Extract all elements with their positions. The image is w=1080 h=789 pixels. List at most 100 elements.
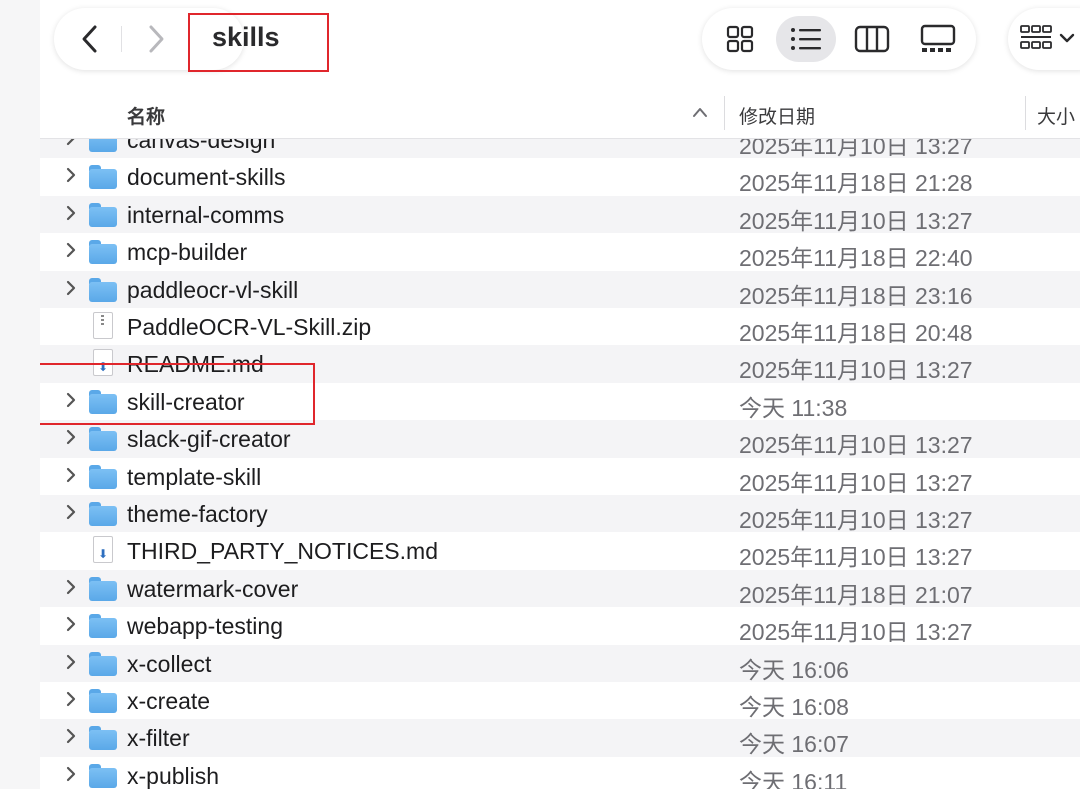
file-name: watermark-cover (127, 575, 299, 602)
disclosure-chevron-icon[interactable] (65, 139, 77, 151)
markdown-file-icon: ⬇ (89, 536, 117, 564)
disclosure-chevron-icon[interactable] (65, 279, 77, 301)
file-name: webapp-testing (127, 613, 283, 640)
folder-icon (89, 202, 117, 227)
folder-icon (89, 651, 117, 676)
disclosure-chevron-icon[interactable] (65, 765, 77, 787)
folder-icon (89, 726, 117, 751)
file-row[interactable]: mcp-builder 2025年11月18日 22:40 (40, 233, 1080, 271)
file-row[interactable]: x-filter 今天 16:07 (40, 719, 1080, 758)
file-name: paddleocr-vl-skill (127, 276, 299, 303)
file-name: x-create (127, 688, 211, 714)
file-row[interactable]: template-skill 2025年11月10日 13:27 (40, 458, 1080, 496)
file-modified-date: 今天 16:08 (739, 694, 849, 720)
file-name: canvas-design (127, 139, 276, 153)
list-view-icon (791, 28, 821, 50)
file-row[interactable]: PaddleOCR-VL-Skill.zip 2025年11月18日 20:48 (40, 308, 1080, 346)
disclosure-chevron-icon[interactable] (65, 428, 77, 450)
forward-button[interactable] (126, 8, 186, 70)
column-view-button[interactable] (842, 16, 902, 62)
file-name: x-filter (127, 725, 190, 752)
file-name: internal-comms (127, 201, 285, 228)
gallery-view-icon (920, 24, 956, 52)
file-modified-date: 2025年11月18日 20:48 (739, 320, 973, 346)
toolbar: skills (40, 0, 1080, 92)
nav-separator (121, 26, 122, 52)
file-name: slack-gif-creator (127, 426, 291, 453)
column-header-name[interactable]: 名称 (127, 102, 165, 129)
file-modified-date: 2025年11月10日 13:27 (739, 432, 973, 459)
file-row[interactable]: canvas-design 2025年11月10日 13:27 (40, 139, 1080, 159)
disclosure-chevron-icon[interactable] (65, 690, 77, 712)
folder-icon (89, 614, 117, 639)
file-row[interactable]: internal-comms 2025年11月10日 13:27 (40, 195, 1080, 234)
icon-view-button[interactable] (710, 16, 770, 62)
folder-icon (89, 689, 117, 713)
file-list: canvas-design 2025年11月10日 13:27 document-s… (40, 139, 1080, 789)
file-name: document-skills (127, 164, 286, 191)
disclosure-chevron-icon[interactable] (65, 615, 77, 637)
view-switcher (702, 8, 976, 70)
file-name: x-publish (127, 762, 220, 789)
group-button[interactable] (1008, 8, 1080, 70)
folder-icon (89, 464, 117, 489)
file-row[interactable]: x-collect 今天 16:06 (40, 644, 1080, 683)
disclosure-chevron-icon[interactable] (65, 204, 77, 226)
column-header-date[interactable]: 修改日期 (739, 102, 815, 129)
chevron-right-icon (149, 25, 164, 53)
disclosure-chevron-icon[interactable] (65, 166, 77, 188)
file-name: template-skill (127, 463, 262, 490)
file-name: THIRD_PARTY_NOTICES.md (127, 538, 438, 565)
file-row[interactable]: theme-factory 2025年11月10日 13:27 (40, 495, 1080, 533)
disclosure-chevron-icon[interactable] (65, 503, 77, 525)
group-icon (1020, 25, 1075, 49)
file-name: mcp-builder (127, 239, 248, 266)
disclosure-chevron-icon[interactable] (65, 241, 77, 263)
folder-icon (89, 165, 117, 190)
file-row[interactable]: watermark-cover 2025年11月18日 21:07 (40, 569, 1080, 608)
file-modified-date: 2025年11月10日 13:27 (739, 207, 973, 234)
file-modified-date: 2025年11月18日 21:28 (739, 170, 973, 197)
file-row[interactable]: x-create 今天 16:08 (40, 682, 1080, 720)
column-header: 名称 修改日期 大小 (40, 92, 1080, 139)
folder-icon (89, 240, 117, 265)
file-modified-date: 今天 11:38 (739, 394, 848, 421)
file-row[interactable]: x-publish 今天 16:11 (40, 757, 1080, 789)
disclosure-chevron-icon[interactable] (65, 578, 77, 600)
column-header-size[interactable]: 大小 (1037, 102, 1075, 129)
file-row[interactable]: webapp-testing 2025年11月10日 13:27 (40, 607, 1080, 646)
chevron-left-icon (82, 25, 97, 53)
column-separator[interactable] (1025, 96, 1026, 130)
file-modified-date: 2025年11月18日 23:16 (739, 282, 973, 309)
folder-icon (89, 576, 117, 601)
disclosure-chevron-icon[interactable] (65, 653, 77, 675)
file-name: PaddleOCR-VL-Skill.zip (127, 314, 372, 340)
folder-icon (89, 502, 117, 526)
file-modified-date: 2025年11月10日 13:27 (739, 619, 973, 646)
column-view-icon (854, 25, 890, 53)
file-row[interactable]: ⬇ THIRD_PARTY_NOTICES.md 2025年11月10日 13:27 (40, 532, 1080, 571)
back-button[interactable] (60, 8, 120, 70)
file-modified-date: 今天 16:07 (739, 731, 849, 758)
disclosure-chevron-icon[interactable] (65, 466, 77, 488)
file-modified-date: 今天 16:11 (739, 768, 848, 789)
list-view-button[interactable] (776, 16, 836, 62)
annotation-box-skill-creator (40, 363, 315, 425)
folder-icon (89, 427, 117, 452)
file-modified-date: 2025年11月10日 13:27 (739, 544, 973, 571)
file-modified-date: 今天 16:06 (739, 656, 849, 683)
zip-file-icon (89, 312, 117, 339)
folder-icon (89, 139, 117, 152)
file-name: x-collect (127, 650, 212, 677)
file-row[interactable]: slack-gif-creator 2025年11月10日 13:27 (40, 420, 1080, 459)
column-separator[interactable] (724, 96, 725, 130)
file-row[interactable]: paddleocr-vl-skill 2025年11月18日 23:16 (40, 270, 1080, 309)
file-modified-date: 2025年11月18日 21:07 (739, 581, 973, 608)
gallery-view-button[interactable] (908, 16, 968, 62)
icon-view-icon (726, 25, 754, 53)
disclosure-chevron-icon[interactable] (65, 727, 77, 749)
folder-icon (89, 763, 117, 788)
file-name: theme-factory (127, 501, 268, 527)
file-row[interactable]: document-skills 2025年11月18日 21:28 (40, 158, 1080, 197)
sort-ascending-icon[interactable] (692, 102, 708, 123)
